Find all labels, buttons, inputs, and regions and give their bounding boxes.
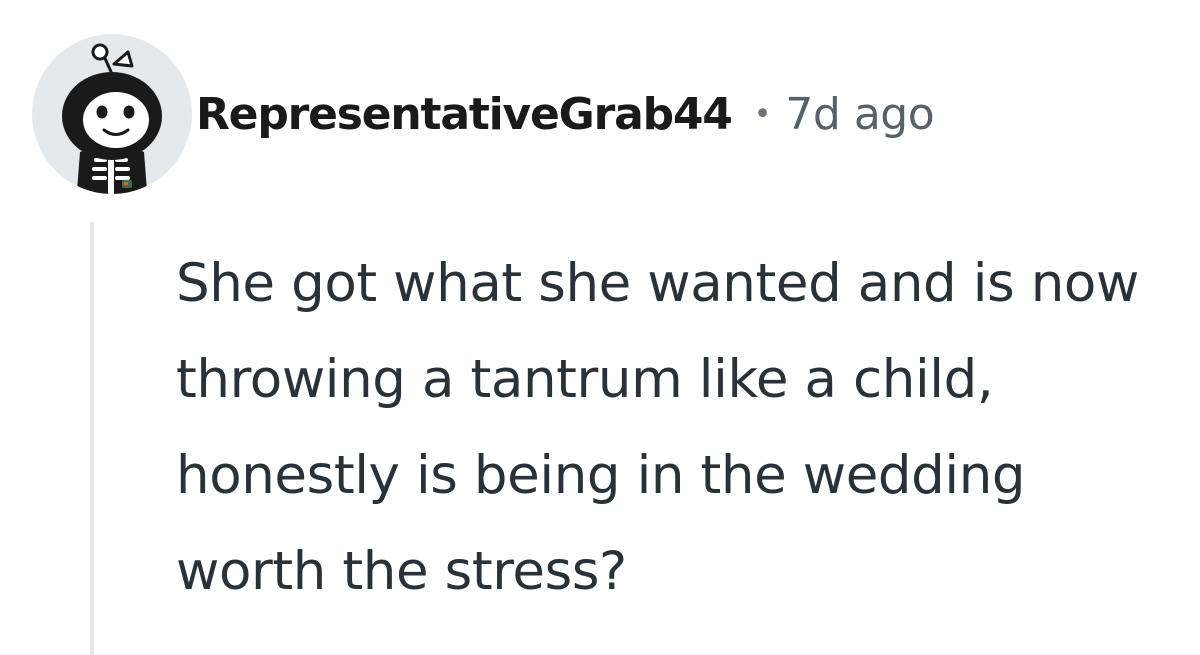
comment-timestamp[interactable]: 7d ago: [785, 89, 934, 140]
snoo-avatar-icon: [32, 34, 192, 194]
avatar[interactable]: [32, 34, 192, 194]
comment-header: RepresentativeGrab44 • 7d ago: [32, 34, 935, 194]
separator-dot: •: [753, 96, 772, 132]
username-link[interactable]: RepresentativeGrab44: [196, 89, 733, 140]
thread-line[interactable]: [90, 222, 94, 655]
comment-body: She got what she wanted and is now throw…: [176, 253, 1139, 602]
